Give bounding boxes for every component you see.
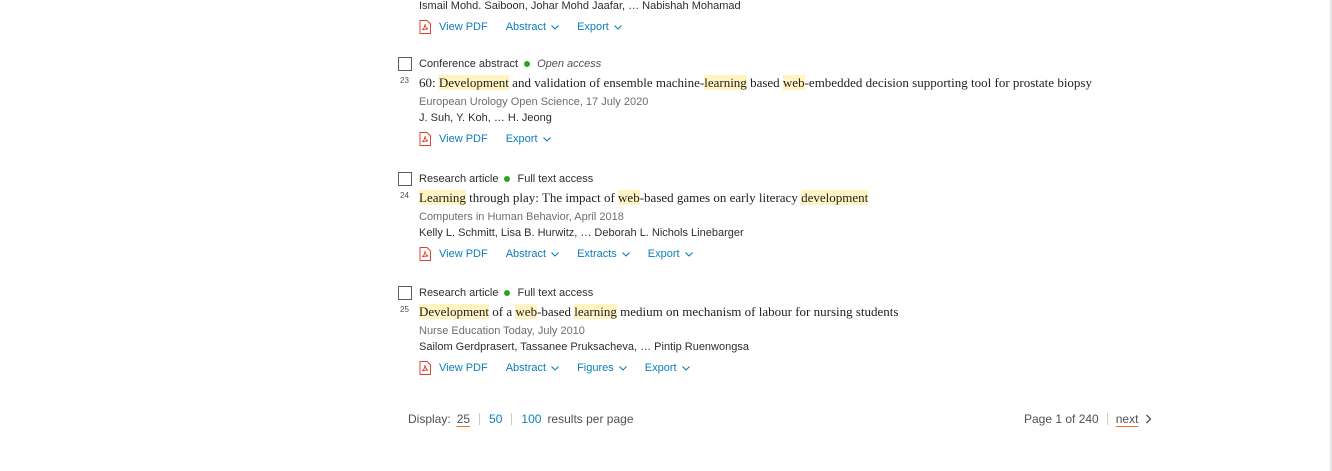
per-page-option-100[interactable]: 100	[521, 412, 541, 426]
result-actions: View PDF Export	[419, 132, 569, 146]
divider	[1106, 413, 1108, 425]
highlight-term: Development	[419, 304, 490, 319]
pdf-icon	[419, 132, 431, 146]
view-pdf-label: View PDF	[439, 133, 488, 145]
chevron-down-icon	[542, 136, 551, 142]
result-source: European Urology Open Science, 17 July 2…	[419, 96, 649, 108]
export-dropdown[interactable]: Export	[645, 362, 690, 374]
pdf-icon	[419, 361, 431, 375]
result-title-link[interactable]: 60: Development and validation of ensemb…	[419, 75, 1092, 91]
access-label: Open access	[537, 58, 602, 70]
next-page-link[interactable]: next	[1116, 412, 1139, 426]
export-dropdown[interactable]: Export	[577, 21, 622, 33]
result-authors: Sailom Gerdprasert, Tassanee Pruksacheva…	[419, 341, 749, 353]
chevron-down-icon	[621, 251, 630, 257]
pdf-icon	[419, 247, 431, 261]
pagination: Page 1 of 240 next	[1024, 412, 1152, 426]
highlight-term: web	[782, 75, 805, 90]
abstract-dropdown[interactable]: Abstract	[506, 21, 559, 33]
article-type: Research article	[419, 173, 499, 185]
access-label: Full text access	[517, 173, 594, 185]
highlight-term: learning	[704, 75, 747, 90]
pdf-icon	[419, 20, 431, 34]
chevron-down-icon	[613, 24, 622, 30]
view-pdf-label: View PDF	[439, 362, 488, 374]
figures-label: Figures	[577, 362, 614, 374]
result-meta: Research article Full text access	[419, 287, 593, 299]
highlight-term: web	[515, 304, 538, 319]
abstract-label: Abstract	[505, 21, 547, 33]
chevron-right-icon[interactable]	[1145, 414, 1152, 424]
result-authors: J. Suh, Y. Koh, … H. Jeong	[419, 112, 552, 124]
view-pdf-link[interactable]: View PDF	[419, 247, 488, 261]
chevron-down-icon	[618, 365, 627, 371]
select-result-checkbox[interactable]	[398, 286, 412, 300]
access-dot-icon	[504, 290, 511, 296]
abstract-dropdown[interactable]: Abstract	[506, 248, 559, 260]
chevron-down-icon	[551, 24, 559, 30]
article-type: Research article	[419, 287, 499, 299]
view-pdf-label: View PDF	[439, 21, 488, 33]
export-dropdown[interactable]: Export	[506, 133, 551, 145]
chevron-down-icon	[681, 365, 690, 371]
extracts-dropdown[interactable]: Extracts	[577, 248, 630, 260]
abstract-dropdown[interactable]: Abstract	[506, 362, 559, 374]
export-label: Export	[505, 133, 538, 145]
highlight-term: Learning	[419, 190, 466, 205]
figures-dropdown[interactable]: Figures	[577, 362, 627, 374]
divider	[479, 413, 481, 425]
result-number: 24	[400, 191, 409, 200]
result-title-link[interactable]: Learning through play: The impact of web…	[419, 190, 869, 206]
view-pdf-link[interactable]: View PDF	[419, 132, 488, 146]
page-info: Page 1 of 240	[1024, 412, 1099, 426]
view-pdf-label: View PDF	[439, 248, 488, 260]
highlight-term: learning	[574, 304, 617, 319]
per-page-option-25[interactable]: 25	[457, 412, 470, 426]
result-authors: Ismail Mohd. Saiboon, Johar Mohd Jaafar,…	[419, 0, 741, 12]
result-number: 25	[400, 305, 409, 314]
access-dot-icon	[504, 176, 511, 182]
result-source: Computers in Human Behavior, April 2018	[419, 211, 624, 223]
access-label: Full text access	[517, 287, 594, 299]
highlight-term: development	[801, 190, 869, 205]
display-label: Display:	[408, 412, 451, 426]
results-per-page: Display: 25 50 100 results per page	[408, 412, 634, 426]
result-authors: Kelly L. Schmitt, Lisa B. Hurwitz, … Deb…	[419, 227, 744, 239]
per-page-option-50[interactable]: 50	[489, 412, 502, 426]
access-dot-icon	[524, 61, 531, 67]
abstract-label: Abstract	[505, 248, 547, 260]
export-label: Export	[647, 248, 680, 260]
result-number: 23	[400, 76, 409, 85]
chevron-down-icon	[551, 365, 559, 371]
highlight-term: Development	[438, 75, 509, 90]
result-source: Nurse Education Today, July 2010	[419, 325, 585, 337]
export-dropdown[interactable]: Export	[648, 248, 693, 260]
divider	[511, 413, 513, 425]
extracts-label: Extracts	[577, 248, 617, 260]
abstract-label: Abstract	[505, 362, 547, 374]
result-actions: View PDF Abstract Figures Export	[419, 361, 708, 375]
per-page-suffix: results per page	[547, 412, 634, 426]
view-pdf-link[interactable]: View PDF	[419, 361, 488, 375]
result-meta: Conference abstract Open access	[419, 58, 601, 70]
highlight-term: web	[618, 190, 640, 205]
result-actions: View PDF Abstract Export	[419, 20, 640, 34]
article-type: Conference abstract	[419, 58, 519, 70]
export-label: Export	[644, 362, 677, 374]
select-result-checkbox[interactable]	[398, 172, 412, 186]
chevron-down-icon	[684, 251, 693, 257]
export-label: Export	[577, 21, 609, 33]
chevron-down-icon	[551, 251, 559, 257]
view-pdf-link[interactable]: View PDF	[419, 20, 488, 34]
result-meta: Research article Full text access	[419, 173, 593, 185]
result-title-link[interactable]: Development of a web-based learning medi…	[419, 304, 898, 320]
result-actions: View PDF Abstract Extracts Export	[419, 247, 711, 261]
select-result-checkbox[interactable]	[398, 57, 412, 71]
